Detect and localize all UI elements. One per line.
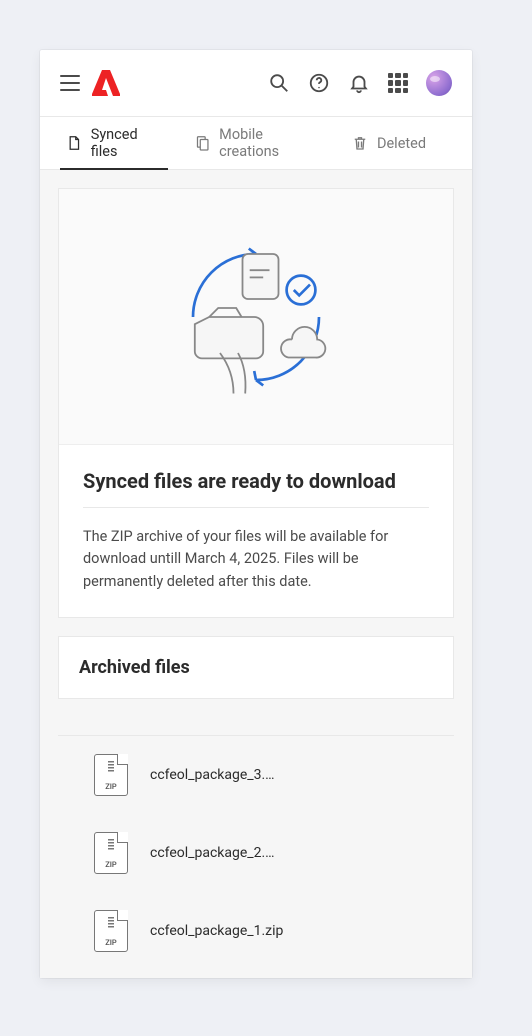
file-row[interactable]: ZIP ccfeol_package_2.… (58, 814, 454, 892)
tab-label: Mobile creations (219, 126, 319, 160)
archived-title: Archived files (79, 657, 433, 678)
file-name: ccfeol_package_2.… (150, 845, 275, 861)
mobile-icon (194, 134, 211, 152)
sync-illustration (59, 189, 453, 445)
search-icon[interactable] (268, 72, 290, 94)
file-row[interactable]: ZIP ccfeol_package_1.zip (58, 892, 454, 970)
menu-icon[interactable] (60, 75, 80, 91)
trash-icon (351, 134, 369, 152)
archived-header-card: Archived files (58, 636, 454, 699)
file-row[interactable]: ZIP ccfeol_package_3.… (58, 736, 454, 814)
zip-file-icon: ZIP (94, 910, 128, 952)
bell-icon[interactable] (348, 72, 370, 94)
file-name: ccfeol_package_1.zip (150, 923, 283, 939)
avatar[interactable] (426, 70, 452, 96)
hero-description: The ZIP archive of your files will be av… (83, 526, 429, 593)
tab-deleted[interactable]: Deleted (345, 117, 432, 169)
hero-title: Synced files are ready to download (83, 469, 429, 508)
header (40, 50, 472, 116)
hero-card: Synced files are ready to download The Z… (58, 188, 454, 618)
tabs: Synced files Mobile creations Deleted (40, 116, 472, 170)
tab-mobile-creations[interactable]: Mobile creations (188, 117, 325, 169)
file-name: ccfeol_package_3.… (150, 767, 275, 783)
header-left (60, 70, 120, 96)
header-right (268, 70, 452, 96)
hero-body: Synced files are ready to download The Z… (59, 445, 453, 617)
adobe-logo[interactable] (92, 70, 120, 96)
app-window: Synced files Mobile creations Deleted (40, 50, 472, 978)
help-icon[interactable] (308, 72, 330, 94)
file-list: ZIP ccfeol_package_3.… ZIP ccfeol_packag… (58, 735, 454, 970)
apps-icon[interactable] (388, 73, 408, 93)
tab-label: Deleted (377, 135, 426, 152)
tab-label: Synced files (91, 126, 163, 160)
zip-file-icon: ZIP (94, 754, 128, 796)
tab-synced-files[interactable]: Synced files (60, 117, 168, 169)
file-icon (66, 134, 83, 152)
zip-file-icon: ZIP (94, 832, 128, 874)
content-scroll[interactable]: Synced files are ready to download The Z… (40, 170, 472, 978)
